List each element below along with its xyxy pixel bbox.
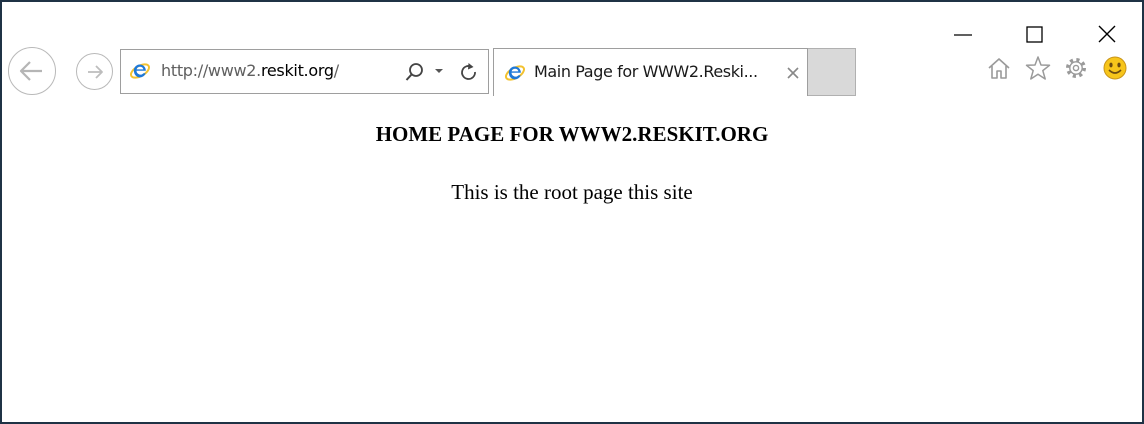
tab-title: Main Page for WWW2.Reski... — [534, 62, 758, 81]
back-arrow-icon — [19, 61, 42, 81]
address-tools — [405, 63, 476, 81]
new-tab-button[interactable] — [808, 48, 856, 96]
search-icon[interactable] — [405, 63, 423, 81]
home-icon[interactable] — [985, 54, 1013, 82]
star-icon[interactable] — [1024, 54, 1052, 82]
tab-close-icon[interactable] — [786, 66, 800, 80]
minimize-icon[interactable] — [948, 20, 978, 50]
close-icon[interactable] — [1092, 20, 1122, 50]
smiley-icon[interactable] — [1101, 54, 1129, 82]
page-heading: HOME PAGE FOR WWW2.RESKIT.ORG — [375, 122, 769, 146]
tab-main-page[interactable]: Main Page for WWW2.Reski... — [493, 48, 808, 96]
chevron-down-icon[interactable] — [435, 69, 443, 73]
tab-favicon-ie-icon — [504, 65, 526, 81]
page-body-text: This is the root page this site — [451, 180, 693, 204]
gear-icon[interactable] — [1062, 54, 1090, 82]
refresh-icon[interactable] — [461, 63, 476, 80]
url-host: reskit.org — [260, 61, 334, 80]
browser-window: http://www2.reskit.org/ Main Page for WW… — [0, 0, 1144, 424]
maximize-icon[interactable] — [1019, 20, 1049, 50]
forward-button[interactable] — [76, 53, 113, 90]
back-button[interactable] — [8, 47, 56, 95]
url-text: http://www2.reskit.org/ — [161, 61, 339, 80]
address-bar[interactable]: http://www2.reskit.org/ — [120, 49, 489, 94]
page-content: HOME PAGE FOR WWW2.RESKIT.ORG This is th… — [2, 96, 1142, 422]
forward-arrow-icon — [87, 64, 103, 79]
ie-icon — [129, 63, 151, 79]
